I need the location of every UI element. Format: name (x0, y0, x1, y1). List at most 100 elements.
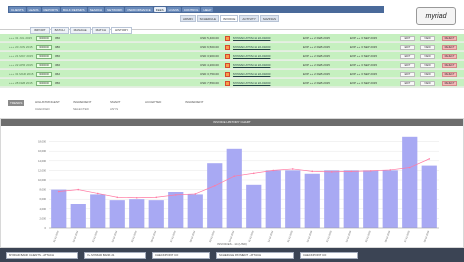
edit-button[interactable]: EDIT (400, 44, 415, 50)
tab-admin[interactable]: ADMIN (180, 15, 196, 22)
tab-import[interactable]: IMPORT (30, 27, 50, 34)
x-tick-label: 05-11-2015 (365, 230, 372, 243)
trend-point (77, 188, 80, 191)
table-row[interactable]: +++ 31 MAR 2015 3000000 062 USD 3,750.00… (0, 70, 464, 78)
trend-point (311, 170, 314, 173)
filter-trends[interactable]: TRENDS (8, 100, 25, 106)
view-button[interactable]: VIEW (420, 53, 435, 59)
filter-smart[interactable]: SMART (110, 100, 120, 106)
filter-ingredient-2[interactable]: INGREDIENT (185, 100, 204, 106)
bottom-field-checkpoint[interactable]: CHECKPOINT CO (152, 251, 210, 259)
reject-button[interactable]: REJECT (442, 71, 457, 77)
table-row[interactable]: +++ 20 JUN 2015 3000000 080 USD 6,500.00… (0, 43, 464, 51)
row-number: 050 (55, 81, 61, 85)
edit-button[interactable]: EDIT (400, 53, 415, 59)
table-row[interactable]: +++ 22 APR 2015 3000000 360 USD 4,200.00… (0, 61, 464, 69)
filter-anys[interactable]: ANYS (110, 107, 118, 111)
reject-button[interactable]: REJECT (442, 53, 457, 59)
view-button[interactable]: VIEW (420, 71, 435, 77)
tab-match[interactable]: MATCH (91, 27, 111, 34)
bottom-field-checkpoint-2[interactable]: CHECKPOINT CO (300, 251, 358, 259)
row-exp-start: EXP ++ 2 FEB 2015 (303, 72, 330, 76)
bottom-field-client[interactable]: MYRIAD BANK CLIENTS - ATTACH (6, 251, 78, 259)
row-attachment-link[interactable]: MYRIAD ATTACH 22-03200 (233, 63, 270, 67)
row-code: 3000000 (36, 71, 52, 77)
filter-bar: TRENDS HIGHSTRINGENT INGREDIENT SMART AC… (0, 98, 464, 116)
reject-button[interactable]: REJECT (442, 62, 457, 68)
x-tick-label: 10-11-2014 (228, 230, 235, 243)
row-code: 3000000 (36, 44, 52, 50)
chart-x-label: INVOICES - 14 (USD) (217, 242, 247, 246)
nav-loans[interactable]: LOANS (166, 7, 181, 12)
nav-network[interactable]: NETWORK (105, 7, 125, 12)
filter-checked[interactable]: CHECKED (35, 107, 50, 111)
chart-bar (168, 192, 184, 228)
trend-point (291, 168, 294, 170)
filter-highstringent[interactable]: HIGHSTRINGENT (35, 100, 60, 106)
reject-button[interactable]: REJECT (442, 44, 457, 50)
view-button[interactable]: VIEW (420, 35, 435, 41)
view-button[interactable]: VIEW (420, 80, 435, 86)
row-exp-end: EXP ++ 3 SEP 2015 (350, 36, 378, 40)
tab-invoice[interactable]: INVOICE (220, 15, 239, 22)
bottom-field-schedule[interactable]: SCHEDULE PAYMENT - ATTACH (216, 251, 294, 259)
edit-button[interactable]: EDIT (400, 71, 415, 77)
nav-search[interactable]: SEARCH (87, 7, 105, 12)
tab-schedule[interactable]: SCHEDULE (196, 15, 220, 22)
row-code: 3000000 (36, 80, 52, 86)
x-tick-label: 02-11-2014 (72, 230, 79, 243)
row-attachment-link[interactable]: MYRIAD ATTACH 22-03200 (233, 81, 270, 85)
row-attachment-link[interactable]: MYRIAD ATTACH 22-03200 (233, 72, 270, 76)
nav-help[interactable]: HELP (201, 7, 214, 12)
nav-reports[interactable]: REPORTS (41, 7, 60, 12)
view-button[interactable]: VIEW (420, 62, 435, 68)
row-attachment-link[interactable]: MYRIAD ATTACH 22-03200 (233, 54, 270, 58)
nav-performance[interactable]: PERFORMANCE (125, 7, 153, 12)
table-row[interactable]: +++ 28 FEB 2015 3000000 050 USD 7,550.00… (0, 79, 464, 87)
row-number: 050 (55, 36, 61, 40)
sub-navigation: ADMIN SCHEDULE INVOICE ACTIVITY SAVINGS (180, 15, 300, 22)
chart-bar (402, 136, 418, 228)
tab-history[interactable]: HISTORY (111, 27, 133, 34)
tab-activity[interactable]: ACTIVITY (239, 15, 259, 22)
tab-manage[interactable]: MANAGE (69, 27, 91, 34)
row-date: +++ 21 MAY 2015 (9, 54, 33, 58)
y-tick-label: 18,000 (38, 140, 46, 144)
chart-bar (324, 170, 340, 228)
row-amount: USD 3,750.00 (200, 72, 219, 76)
nav-fees[interactable]: FEES (153, 7, 166, 12)
chart-bar (343, 170, 359, 228)
reject-button[interactable]: REJECT (442, 80, 457, 86)
reject-button[interactable]: REJECT (442, 35, 457, 41)
filter-accepted[interactable]: ACCEPTED (145, 100, 161, 106)
trend-point (369, 170, 372, 172)
filter-selected[interactable]: SELECTED (73, 107, 89, 111)
nav-control[interactable]: CONTROL (181, 7, 201, 12)
view-button[interactable]: VIEW (420, 44, 435, 50)
bottom-field-bank[interactable]: V+ MYRIAD BANK 21 (84, 251, 146, 259)
filter-ingredient[interactable]: INGREDIENT (73, 100, 92, 106)
chart-bar (304, 173, 320, 228)
row-attachment-link[interactable]: MYRIAD ATTACH 22-03200 (233, 45, 270, 49)
tab-batch[interactable]: BATCH (50, 27, 69, 34)
table-row[interactable]: +++ 21 MAY 2015 3000000 050 USD 3,900.00… (0, 52, 464, 60)
chart-bar (51, 189, 67, 228)
x-tick-label: 06-11-2014 (150, 230, 157, 243)
flag-icon (225, 62, 230, 68)
row-attachment-link[interactable]: MYRIAD ATTACH 22-03200 (233, 36, 270, 40)
nav-clients[interactable]: CLIENTS (9, 7, 26, 12)
tab-savings[interactable]: SAVINGS (259, 15, 279, 22)
edit-button[interactable]: EDIT (400, 35, 415, 41)
row-amount: USD 4,200.00 (200, 63, 219, 67)
row-number: 080 (55, 45, 61, 49)
y-tick-label: 6,000 (40, 197, 47, 201)
x-tick-label: 05-11-2014 (131, 230, 138, 243)
nav-leads[interactable]: LEADS (26, 7, 41, 12)
edit-button[interactable]: EDIT (400, 80, 415, 86)
edit-button[interactable]: EDIT (400, 62, 415, 68)
flag-icon (225, 44, 230, 50)
chart-bar (187, 194, 203, 228)
table-row[interactable]: +++ 31 JUL 2015 3000000 050 USD 5,400.00… (0, 34, 464, 42)
chart-bars (51, 136, 437, 228)
nav-bulk-repairs[interactable]: BULK REPAIRS (60, 7, 87, 12)
